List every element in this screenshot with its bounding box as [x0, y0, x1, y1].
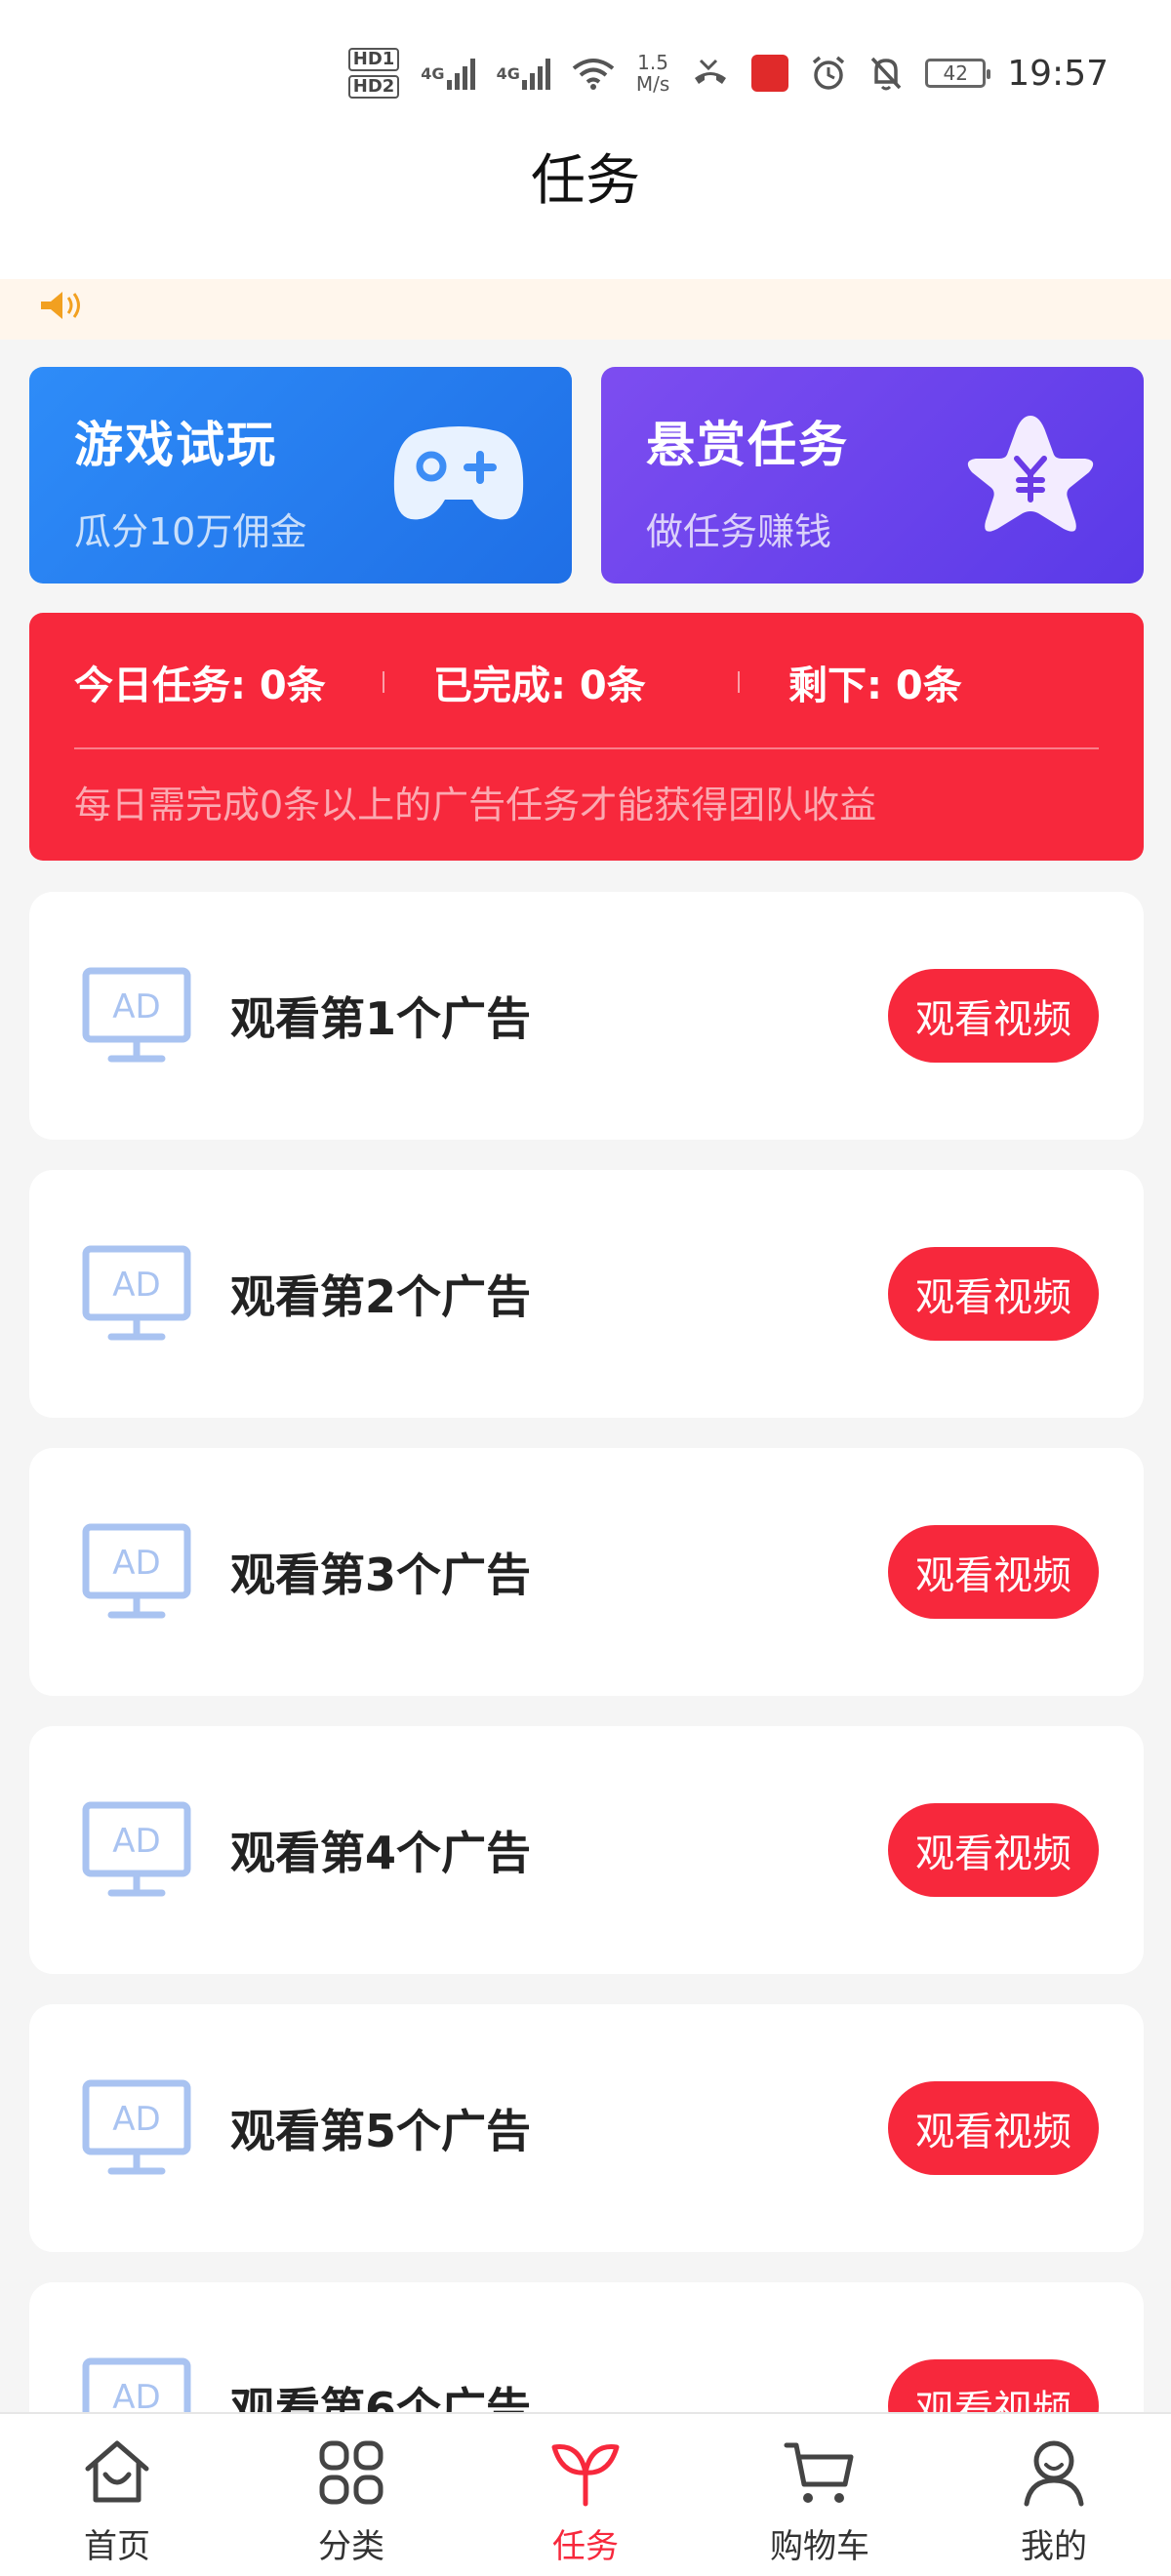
- task-item: AD 观看第2个广告 观看视频: [29, 1170, 1144, 1418]
- task-label: 观看第2个广告: [230, 1270, 532, 1323]
- task-item: AD 观看第1个广告 观看视频: [29, 892, 1144, 1140]
- missed-call-icon: [691, 54, 730, 93]
- speed-unit: M/s: [635, 72, 670, 96]
- stats-tip-text: 每日需完成0条以上的广告任务才能获得团队收益: [74, 784, 877, 826]
- watch-video-button[interactable]: 观看视频: [888, 969, 1099, 1063]
- mute-bell-icon: [868, 54, 904, 93]
- remaining-tasks-count: 剩下: 0条: [788, 664, 962, 708]
- bottom-tab-bar: 首页 分类 任务 购物车 我的: [0, 2412, 1171, 2576]
- gamepad-icon: [393, 426, 524, 520]
- today-tasks-count: 今日任务: 0条: [74, 664, 326, 708]
- daily-stats-card: 今日任务: 0条 已完成: 0条 剩下: 0条 每日需完成0条以上的广告任务才能…: [29, 613, 1144, 861]
- status-bar: HD1 HD2 4G 4G 1.5 M/s 42 19:57: [0, 0, 1171, 146]
- tab-category[interactable]: 分类: [234, 2414, 468, 2576]
- task-label: 观看第5个广告: [230, 2105, 532, 2157]
- ad-monitor-icon: AD: [82, 967, 191, 1063]
- ad-monitor-icon: AD: [82, 1801, 191, 1897]
- ad-monitor-icon: AD: [82, 1245, 191, 1341]
- ad-icon-text: AD: [112, 2100, 160, 2139]
- hd1-badge: HD1: [347, 48, 400, 71]
- tab-task[interactable]: 任务: [468, 2414, 703, 2576]
- tab-home-label: 首页: [84, 2527, 150, 2566]
- ad-icon-text: AD: [112, 1544, 160, 1583]
- tab-task-label: 任务: [552, 2527, 619, 2566]
- task-item: AD 观看第5个广告 观看视频: [29, 2004, 1144, 2252]
- task-label: 观看第4个广告: [230, 1827, 532, 1879]
- ad-monitor-icon: AD: [82, 2079, 191, 2175]
- tab-cart[interactable]: 购物车: [703, 2414, 937, 2576]
- watch-video-button[interactable]: 观看视频: [888, 1247, 1099, 1341]
- game-trial-card[interactable]: 游戏试玩 瓜分10万佣金: [29, 367, 572, 584]
- watch-video-button[interactable]: 观看视频: [888, 1525, 1099, 1619]
- alarm-icon: [810, 54, 847, 93]
- completed-tasks-count: 已完成: 0条: [433, 664, 646, 708]
- reward-task-card[interactable]: 悬赏任务 做任务赚钱: [601, 367, 1144, 584]
- tab-mine-label: 我的: [1021, 2527, 1087, 2566]
- signal-1-icon: 4G: [421, 54, 475, 93]
- ad-icon-text: AD: [112, 2378, 160, 2417]
- hd-indicators: HD1 HD2: [347, 48, 400, 99]
- home-icon: [85, 2440, 149, 2503]
- user-icon: [1024, 2440, 1084, 2507]
- tab-mine[interactable]: 我的: [937, 2414, 1171, 2576]
- page-title: 任务: [531, 148, 640, 213]
- task-page: HD1 HD2 4G 4G 1.5 M/s 42 19:57 任务 游戏试玩 瓜…: [0, 0, 1171, 2576]
- battery-indicator: 42: [925, 59, 991, 88]
- watch-video-button[interactable]: 观看视频: [888, 2081, 1099, 2175]
- cart-icon: [784, 2442, 854, 2503]
- stats-row: 今日任务: 0条 已完成: 0条 剩下: 0条: [74, 646, 1099, 718]
- clock: 19:57: [1007, 53, 1109, 94]
- task-label: 观看第1个广告: [230, 992, 532, 1045]
- ad-icon-text: AD: [112, 1822, 160, 1861]
- ad-icon-text: AD: [112, 1266, 160, 1305]
- network-type-2: 4G: [496, 63, 520, 83]
- hd2-badge: HD2: [347, 75, 400, 99]
- network-type-1: 4G: [421, 63, 445, 83]
- sprout-icon: [551, 2444, 620, 2507]
- ad-icon-text: AD: [112, 987, 160, 1026]
- task-label: 观看第3个广告: [230, 1549, 532, 1601]
- notice-bar[interactable]: [0, 279, 1171, 340]
- tab-cart-label: 购物车: [770, 2527, 869, 2566]
- page-header: 任务: [0, 146, 1171, 279]
- tab-home[interactable]: 首页: [0, 2414, 234, 2576]
- grid-icon: [319, 2440, 384, 2505]
- task-item: AD 观看第4个广告 观看视频: [29, 1726, 1144, 1974]
- signal-2-icon: 4G: [497, 54, 550, 93]
- ad-monitor-icon: AD: [82, 1523, 191, 1619]
- speed-value: 1.5: [637, 51, 668, 74]
- network-speed: 1.5 M/s: [636, 52, 669, 95]
- speaker-icon: [41, 292, 80, 319]
- app-notification-icon: [751, 55, 789, 92]
- wifi-icon: [572, 54, 615, 93]
- star-yen-icon: [967, 416, 1094, 532]
- tab-category-label: 分类: [318, 2527, 384, 2566]
- stats-separator-line: [74, 747, 1099, 749]
- task-item: AD 观看第3个广告 观看视频: [29, 1448, 1144, 1696]
- watch-video-button[interactable]: 观看视频: [888, 1803, 1099, 1897]
